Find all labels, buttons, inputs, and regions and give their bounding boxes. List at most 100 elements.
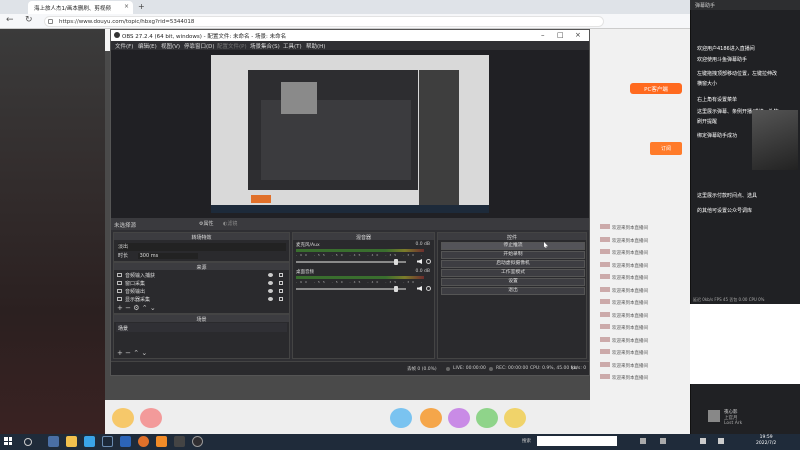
edge-icon[interactable] <box>84 436 95 447</box>
user-level-badge <box>600 236 610 242</box>
tray-clock[interactable]: 19:59 2022/7/2 <box>756 435 776 447</box>
remove-icon[interactable]: − <box>125 304 131 312</box>
start-recording-button[interactable]: 开始录制 <box>441 251 585 259</box>
task-view-icon[interactable] <box>48 436 59 447</box>
filters-button[interactable]: ◐滤镜 <box>223 220 245 229</box>
slider-knob[interactable] <box>394 286 398 292</box>
url-input[interactable]: https://www.douyu.com/topic/hbxg?rid=534… <box>44 16 604 27</box>
rec-indicator-icon <box>489 367 493 371</box>
network-icon[interactable] <box>718 438 724 444</box>
chevron-up-icon[interactable]: ⌃ <box>142 304 148 312</box>
menu-scene-collection[interactable]: 场景集合(S) <box>250 42 280 50</box>
refresh-icon[interactable]: ↻ <box>25 15 33 25</box>
eye-icon[interactable] <box>268 273 273 277</box>
menu-tools[interactable]: 工具(T) <box>283 42 302 50</box>
eye-icon[interactable] <box>268 297 273 301</box>
pc-client-button[interactable]: PC客户端 <box>630 83 682 94</box>
speaker-icon[interactable] <box>417 286 422 291</box>
minimize-icon[interactable]: – <box>541 31 545 39</box>
menu-file[interactable]: 文件(F) <box>115 42 133 50</box>
controls-title: 控件 <box>438 233 586 241</box>
studio-mode-button[interactable]: 工作室模式 <box>441 269 585 277</box>
gift-icon[interactable] <box>140 408 162 428</box>
virtual-camera-button[interactable]: 启动虚拟摄像机 <box>441 260 585 268</box>
menu-help[interactable]: 帮助(H) <box>306 42 325 50</box>
chat-message: 欢迎来到本直播间 <box>600 324 648 331</box>
lock-icon[interactable] <box>279 273 283 277</box>
gift-icon[interactable] <box>420 408 442 428</box>
gift-icon[interactable] <box>112 408 134 428</box>
gift-icon[interactable] <box>448 408 470 428</box>
close-icon[interactable]: × <box>124 3 129 10</box>
follow-button[interactable]: 订阅 <box>650 142 682 155</box>
add-icon[interactable]: + <box>117 304 123 312</box>
speaker-icon[interactable] <box>417 259 422 264</box>
lock-icon[interactable] <box>279 289 283 293</box>
chevron-down-icon[interactable]: ⌄ <box>141 349 147 357</box>
transition-select[interactable]: 淡出 <box>118 243 286 251</box>
app-icon[interactable] <box>174 436 185 447</box>
close-icon[interactable]: × <box>575 31 581 39</box>
browser-tab[interactable]: 海上旅人杰1/画本删刷、剪视频 <box>28 1 133 14</box>
menu-docks[interactable]: 停靠窗口(D) <box>184 42 215 50</box>
back-icon[interactable]: ← <box>6 15 14 25</box>
menu-edit[interactable]: 编辑(E) <box>138 42 157 50</box>
speaker-icon[interactable] <box>700 438 706 444</box>
slider-knob[interactable] <box>394 259 398 265</box>
url-text: https://www.douyu.com/topic/hbxg?rid=534… <box>59 19 195 25</box>
volume-slider[interactable] <box>296 286 406 292</box>
source-item[interactable]: 音频输出 <box>117 288 287 296</box>
firefox-icon[interactable] <box>138 436 149 447</box>
steam-icon[interactable] <box>102 436 113 447</box>
tray-icon[interactable] <box>640 438 646 444</box>
chevron-up-icon[interactable]: ⌃ <box>133 349 139 357</box>
new-tab-button[interactable]: + <box>138 2 145 11</box>
gift-icon[interactable] <box>476 408 498 428</box>
gear-icon[interactable] <box>426 286 431 291</box>
search-icon[interactable] <box>24 438 32 446</box>
filters-label: 滤镜 <box>227 221 238 227</box>
chat-message: 欢迎来到本直播间 <box>600 261 648 269</box>
settings-button[interactable]: 设置 <box>441 278 585 286</box>
source-type-icon <box>117 273 122 277</box>
duration-input[interactable]: 300 ms <box>137 253 199 259</box>
chevron-down-icon[interactable]: ⌄ <box>150 304 156 312</box>
windows-start-icon[interactable] <box>4 437 12 445</box>
obs-icon[interactable] <box>192 436 203 447</box>
tray-icon[interactable] <box>660 438 666 444</box>
danmaku-message: 欢迎用户4186进入直播间 <box>697 46 755 52</box>
eye-icon[interactable] <box>268 281 273 285</box>
volume-slider[interactable] <box>296 259 406 265</box>
source-item[interactable]: 显示器采集 <box>117 296 287 304</box>
site-left-art <box>0 29 105 434</box>
controls-dock: 控件 停止推流 开始录制 启动虚拟摄像机 工作室模式 设置 退出 <box>437 232 587 359</box>
lock-icon[interactable] <box>279 297 283 301</box>
gear-icon[interactable]: ⚙ <box>133 304 139 312</box>
word-icon[interactable] <box>120 436 131 447</box>
obs-menubar <box>111 41 589 50</box>
menu-view[interactable]: 视图(V) <box>161 42 180 50</box>
douyu-icon[interactable] <box>156 436 167 447</box>
file-explorer-icon[interactable] <box>66 436 77 447</box>
source-item[interactable]: 音频输入捕获 <box>117 272 287 280</box>
gift-icon[interactable] <box>390 408 412 428</box>
source-type-icon <box>117 289 122 293</box>
gift-icon[interactable] <box>504 408 526 428</box>
mixer-title: 混音器 <box>293 233 434 241</box>
remove-icon[interactable]: − <box>125 349 131 357</box>
menu-profile[interactable]: 配置文件(P) <box>217 42 247 50</box>
scene-item[interactable]: 场景 <box>116 323 287 332</box>
music-sub: Lost Ark <box>724 421 743 426</box>
lock-icon[interactable] <box>279 281 283 285</box>
stop-streaming-button[interactable]: 停止推流 <box>441 242 585 250</box>
eye-icon[interactable] <box>268 289 273 293</box>
gear-icon[interactable] <box>426 259 431 264</box>
exit-button[interactable]: 退出 <box>441 287 585 295</box>
chat-message: 欢迎来到本直播间 <box>600 236 648 244</box>
maximize-icon[interactable]: □ <box>557 31 564 39</box>
properties-button[interactable]: ⚙属性 <box>199 220 219 229</box>
user-level-badge <box>600 261 610 267</box>
taskbar-search-input[interactable] <box>537 436 617 446</box>
source-item[interactable]: 窗口采集 <box>117 280 287 288</box>
add-icon[interactable]: + <box>117 349 123 357</box>
